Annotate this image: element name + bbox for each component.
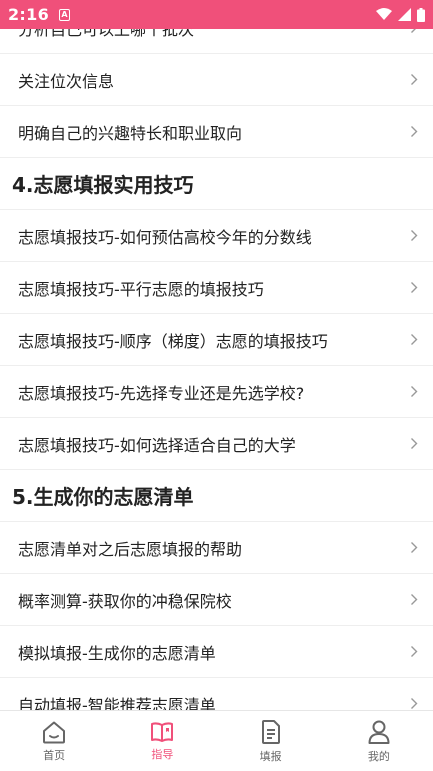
chevron-right-icon <box>409 125 419 139</box>
guide-list[interactable]: 分析自己可以上哪个批次 关注位次信息 明确自己的兴趣特长和职业取向 4.志愿填报… <box>0 29 433 710</box>
list-item-label: 自动填报-智能推荐志愿清单 <box>18 695 216 711</box>
status-time: 2:16 <box>8 5 49 24</box>
tab-label: 填报 <box>259 749 282 763</box>
chevron-right-icon <box>409 333 419 347</box>
chevron-right-icon <box>409 697 419 711</box>
list-item[interactable]: 关注位次信息 <box>0 54 433 106</box>
list-item-label: 明确自己的兴趣特长和职业取向 <box>18 123 243 143</box>
list-item[interactable]: 志愿填报技巧-顺序（梯度）志愿的填报技巧 <box>0 314 433 366</box>
tab-home[interactable]: 首页 <box>0 711 108 771</box>
list-item[interactable]: 概率测算-获取你的冲稳保院校 <box>0 574 433 626</box>
list-item[interactable]: 志愿填报技巧-平行志愿的填报技巧 <box>0 262 433 314</box>
list-item-label: 分析自己可以上哪个批次 <box>18 29 195 39</box>
chevron-right-icon <box>409 645 419 659</box>
tab-guide[interactable]: 指导 <box>108 711 216 771</box>
signal-icon <box>398 8 411 21</box>
battery-icon <box>417 7 425 22</box>
chevron-right-icon <box>409 29 419 35</box>
chevron-right-icon <box>409 593 419 607</box>
tab-label: 指导 <box>151 747 174 761</box>
chevron-right-icon <box>409 73 419 87</box>
list-item-label: 模拟填报-生成你的志愿清单 <box>18 643 216 663</box>
book-icon <box>151 721 174 742</box>
chevron-right-icon <box>409 437 419 451</box>
list-item[interactable]: 志愿清单对之后志愿填报的帮助 <box>0 522 433 574</box>
list-item[interactable]: 志愿填报技巧-先选择专业还是先选学校? <box>0 366 433 418</box>
list-item[interactable]: 志愿填报技巧-如何预估高校今年的分数线 <box>0 210 433 262</box>
tab-label: 我的 <box>367 749 390 763</box>
list-item-label: 志愿填报技巧-如何预估高校今年的分数线 <box>18 227 312 247</box>
chevron-right-icon <box>409 229 419 243</box>
list-item-label: 志愿清单对之后志愿填报的帮助 <box>18 539 243 559</box>
chevron-right-icon <box>409 385 419 399</box>
list-item[interactable]: 志愿填报技巧-如何选择适合自己的大学 <box>0 418 433 470</box>
list-item-label: 关注位次信息 <box>18 71 115 91</box>
list-item[interactable]: 明确自己的兴趣特长和职业取向 <box>0 106 433 158</box>
list-item-label: 志愿填报技巧-顺序（梯度）志愿的填报技巧 <box>18 331 328 351</box>
tab-apply[interactable]: 填报 <box>217 711 325 771</box>
list-item[interactable]: 自动填报-智能推荐志愿清单 <box>0 678 433 710</box>
list-item-label: 志愿填报技巧-先选择专业还是先选学校? <box>18 383 305 403</box>
section-title: 4.志愿填报实用技巧 <box>0 158 433 210</box>
document-icon <box>261 719 280 744</box>
tab-label: 首页 <box>43 748 66 762</box>
list-item[interactable]: 分析自己可以上哪个批次 <box>0 29 433 54</box>
list-item[interactable]: 模拟填报-生成你的志愿清单 <box>0 626 433 678</box>
list-item-label: 概率测算-获取你的冲稳保院校 <box>18 591 232 611</box>
home-icon <box>43 721 66 743</box>
list-item-label: 志愿填报技巧-平行志愿的填报技巧 <box>18 279 264 299</box>
list-item-label: 志愿填报技巧-如何选择适合自己的大学 <box>18 435 296 455</box>
person-icon <box>368 720 390 744</box>
chevron-right-icon <box>409 281 419 295</box>
wifi-icon <box>376 8 392 20</box>
status-icons <box>376 7 425 22</box>
status-bar: 2:16 A <box>0 0 433 29</box>
section-title: 5.生成你的志愿清单 <box>0 470 433 522</box>
notification-icon: A <box>59 8 70 21</box>
bottom-tab-bar: 首页 指导 填报 我的 <box>0 710 433 771</box>
chevron-right-icon <box>409 541 419 555</box>
tab-mine[interactable]: 我的 <box>325 711 433 771</box>
